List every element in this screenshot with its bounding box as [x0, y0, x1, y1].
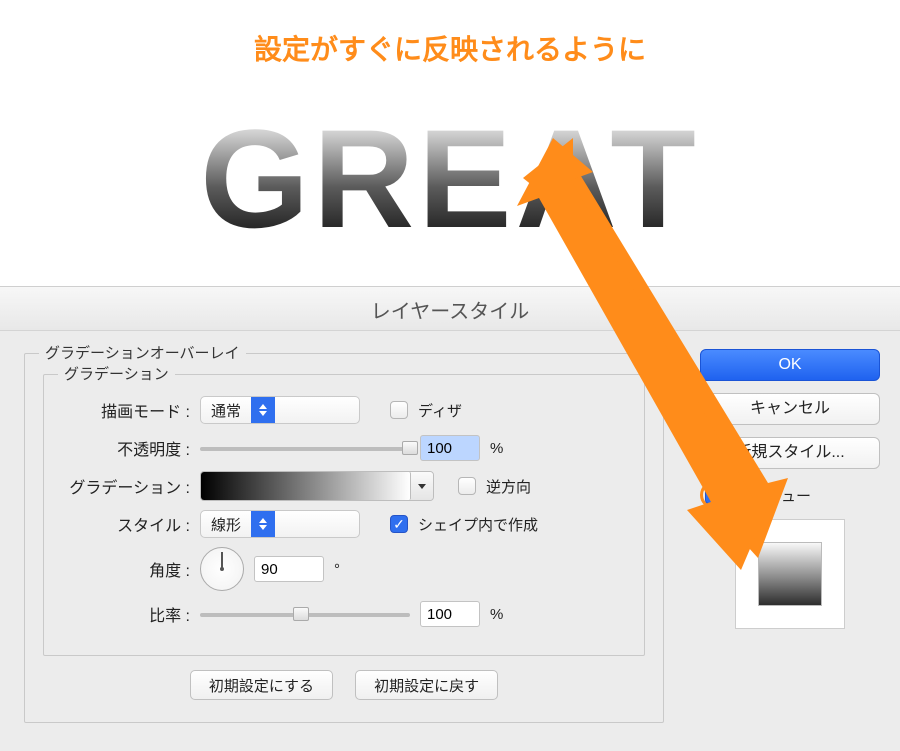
opacity-field[interactable] — [420, 435, 480, 461]
ok-button[interactable]: OK — [700, 349, 880, 381]
preview-gradient-swatch — [758, 542, 822, 606]
dither-checkbox[interactable] — [390, 401, 408, 419]
layer-style-dialog: レイヤースタイル グラデーションオーバーレイ グラデーション 描画モード : 通… — [0, 286, 900, 751]
style-label: スタイル : — [62, 512, 190, 536]
cancel-button[interactable]: キャンセル — [700, 393, 880, 425]
scale-field[interactable] — [420, 601, 480, 627]
style-select[interactable]: 線形 — [200, 510, 360, 538]
chevron-updown-icon — [251, 397, 275, 423]
gradient-legend: グラデーション — [58, 363, 175, 384]
new-style-button[interactable]: 新規スタイル... — [700, 437, 880, 469]
angle-unit: ° — [334, 561, 340, 578]
reverse-label: 逆方向 — [486, 476, 531, 497]
gradient-swatch[interactable] — [200, 471, 434, 501]
scale-unit: % — [490, 606, 503, 623]
scale-slider[interactable] — [200, 605, 410, 623]
blend-mode-select[interactable]: 通常 — [200, 396, 360, 424]
scale-label: 比率 : — [62, 602, 190, 626]
gradient-overlay-legend: グラデーションオーバーレイ — [39, 342, 246, 363]
blend-mode-label: 描画モード : — [62, 398, 190, 422]
angle-label: 角度 : — [62, 557, 190, 581]
opacity-slider[interactable] — [200, 439, 410, 457]
preview-checkbox[interactable]: ✓ — [705, 486, 723, 504]
gradient-overlay-group: グラデーションオーバーレイ グラデーション 描画モード : 通常 ディザ — [24, 353, 664, 723]
dialog-title: レイヤースタイル — [0, 287, 900, 331]
opacity-label: 不透明度 : — [62, 436, 190, 460]
opacity-unit: % — [490, 440, 503, 457]
dither-label: ディザ — [418, 400, 462, 421]
blend-mode-value: 通常 — [201, 400, 251, 421]
angle-dial[interactable] — [200, 547, 244, 591]
reset-to-default-button[interactable]: 初期設定に戻す — [355, 670, 498, 700]
align-with-layer-label: シェイプ内で作成 — [418, 514, 538, 535]
gradient-swatch-label: グラデーション : — [62, 474, 190, 498]
preview-thumbnail — [735, 519, 845, 629]
chevron-updown-icon — [251, 511, 275, 537]
gradient-group: グラデーション 描画モード : 通常 ディザ 不透明 — [43, 374, 645, 656]
align-with-layer-checkbox[interactable]: ✓ — [390, 515, 408, 533]
angle-field[interactable] — [254, 556, 324, 582]
reverse-checkbox[interactable] — [458, 477, 476, 495]
chevron-down-icon — [411, 472, 433, 500]
annotation-highlight-ring: ✓ — [700, 481, 728, 509]
annotation-title: 設定がすぐに反映されるように — [0, 0, 900, 68]
preview-text-great: GREAT — [200, 98, 700, 260]
style-value: 線形 — [201, 514, 251, 535]
preview-label: プレビュー — [736, 485, 811, 506]
make-default-button[interactable]: 初期設定にする — [190, 670, 333, 700]
